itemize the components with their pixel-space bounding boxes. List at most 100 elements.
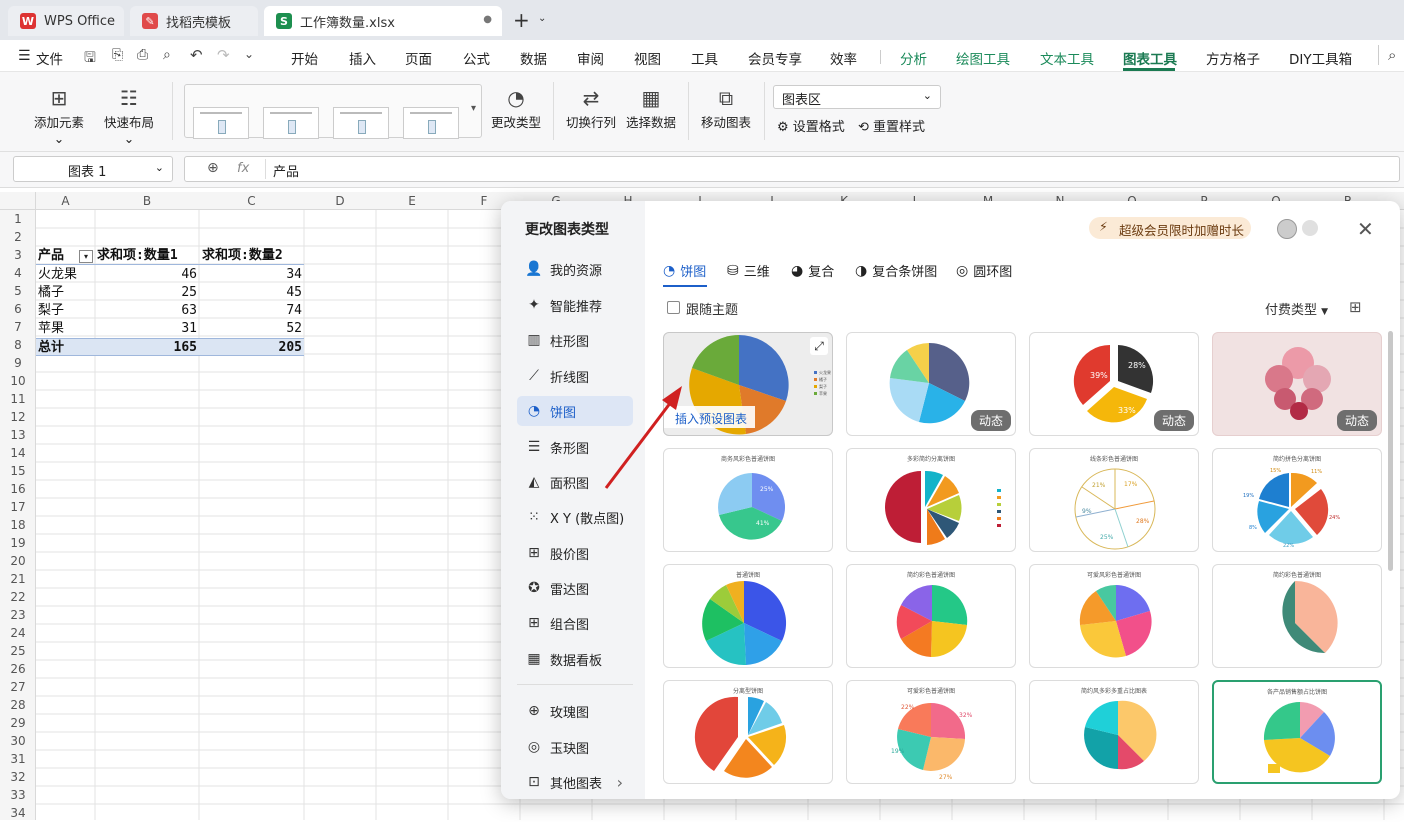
pivot-total-qty1[interactable]: 165 — [140, 339, 197, 357]
reset-style-button[interactable]: ⟲ 重置样式 — [858, 116, 925, 135]
chevron-down-icon[interactable]: ⌄ — [538, 13, 546, 24]
select-data-button[interactable]: ▦ 选择数据 — [623, 84, 679, 131]
pivot-cell[interactable]: 74 — [255, 302, 302, 320]
menu-fangfang[interactable]: 方方格子 — [1206, 48, 1260, 68]
menu-analysis[interactable]: 分析 — [900, 48, 927, 68]
redo-icon[interactable]: ↷ — [217, 46, 230, 64]
switch-rowcol-button[interactable]: ⇄ 切换行列 — [563, 84, 619, 131]
row-header[interactable]: 12 — [0, 408, 36, 426]
col-header-a[interactable]: A — [36, 194, 95, 208]
col-header-d[interactable]: D — [304, 194, 376, 208]
export-icon[interactable]: ⎘ — [112, 47, 123, 63]
chart-card-multi-ratio[interactable]: 简约风多彩多重占比图表 — [1029, 680, 1199, 784]
pivot-header-qty2[interactable]: 求和项:数量2 — [202, 247, 283, 265]
col-header-e[interactable]: E — [376, 194, 448, 208]
chart-card-simple-colorful-pie[interactable]: 简约彩色普通饼图 — [846, 564, 1016, 668]
row-header[interactable]: 25 — [0, 642, 36, 660]
save-icon[interactable]: 🖫 — [84, 47, 96, 71]
gallery-expand-icon[interactable]: ▾ — [471, 103, 476, 114]
pivot-cell[interactable]: 46 — [150, 266, 197, 284]
row-header[interactable]: 31 — [0, 750, 36, 768]
row-header[interactable]: 13 — [0, 426, 36, 444]
style-thumb[interactable] — [263, 107, 319, 139]
pivot-cell[interactable]: 苹果 — [38, 320, 64, 338]
chart-area-select[interactable]: 图表区 ⌄ — [773, 85, 941, 109]
zoom-icon[interactable]: ⊕ — [207, 160, 219, 176]
row-header[interactable]: 2 — [0, 228, 36, 246]
nav-item-13[interactable]: ◎ 玉玦图 — [517, 732, 633, 762]
row-header[interactable]: 32 — [0, 768, 36, 786]
row-header[interactable]: 10 — [0, 372, 36, 390]
row-header[interactable]: 11 — [0, 390, 36, 408]
name-box[interactable]: 图表 1 ⌄ — [13, 156, 173, 182]
more-icon[interactable]: ⌄ — [244, 47, 254, 61]
pivot-cell[interactable]: 橘子 — [38, 284, 64, 302]
menu-diy-toolbox[interactable]: DIY工具箱 — [1289, 48, 1352, 68]
print-preview-icon[interactable]: ⌕ — [163, 47, 171, 63]
hamburger-icon[interactable]: ☰ — [18, 48, 31, 64]
menu-chart-tools[interactable]: 图表工具 — [1123, 48, 1177, 68]
nav-item-8[interactable]: ⊞ 股价图 — [517, 538, 633, 568]
row-header[interactable]: 9 — [0, 354, 36, 372]
col-header-c[interactable]: C — [199, 194, 304, 208]
unsaved-dot-icon[interactable]: ● — [483, 14, 492, 25]
change-type-button[interactable]: ◔ 更改类型 — [488, 84, 544, 131]
row-header[interactable]: 19 — [0, 534, 36, 552]
menu-view[interactable]: 视图 — [634, 48, 661, 68]
menu-drawing-tools[interactable]: 绘图工具 — [956, 48, 1010, 68]
chart-card-split-pie[interactable]: 分离型饼图 — [663, 680, 833, 784]
grid-view-icon[interactable]: ⊞ — [1349, 298, 1362, 316]
nav-item-10[interactable]: ⊞ 组合图 — [517, 608, 633, 638]
chart-card-simple-colorful-pie-2[interactable]: 简约彩色普通饼图 — [1212, 564, 1382, 668]
menu-file[interactable]: 文件 — [36, 48, 63, 68]
pivot-total-qty2[interactable]: 205 — [245, 339, 302, 357]
new-tab-icon[interactable]: + — [513, 8, 530, 32]
row-header[interactable]: 1 — [0, 210, 36, 228]
row-header[interactable]: 28 — [0, 696, 36, 714]
row-header[interactable]: 4 — [0, 264, 36, 282]
row-header[interactable]: 15 — [0, 462, 36, 480]
search-icon[interactable]: ⌕ — [1388, 46, 1396, 64]
filter-dropdown-icon[interactable]: ▾ — [79, 250, 93, 263]
tab-docer-template[interactable]: ✎ 找稻壳模板 — [130, 6, 258, 36]
pivot-cell[interactable]: 梨子 — [38, 302, 64, 320]
chart-card-colorful-split-pie[interactable]: 多彩简约分离饼图 — [846, 448, 1016, 552]
follow-theme-checkbox[interactable] — [667, 301, 680, 314]
col-header-b[interactable]: B — [95, 194, 199, 208]
tab-pie[interactable]: ◔ 饼图 — [663, 261, 706, 281]
nav-item-11[interactable]: ▦ 数据看板 — [517, 644, 633, 674]
row-header[interactable]: 27 — [0, 678, 36, 696]
menu-insert[interactable]: 插入 — [349, 48, 376, 68]
move-chart-button[interactable]: ⧉ 移动图表 — [698, 84, 754, 131]
style-thumb[interactable] — [333, 107, 389, 139]
row-header[interactable]: 20 — [0, 552, 36, 570]
row-header[interactable]: 6 — [0, 300, 36, 318]
menu-member[interactable]: 会员专享 — [748, 48, 802, 68]
tab-3d[interactable]: ⛁ 三维 — [727, 261, 770, 281]
menu-page[interactable]: 页面 — [405, 48, 432, 68]
fx-icon[interactable]: fx — [237, 161, 249, 176]
pivot-cell[interactable]: 火龙果 — [38, 266, 77, 284]
row-header[interactable]: 23 — [0, 606, 36, 624]
vip-promo-badge[interactable]: ⚡ 超级会员限时加赠时长 — [1089, 217, 1251, 239]
row-header[interactable]: 21 — [0, 570, 36, 588]
pivot-cell[interactable]: 31 — [150, 320, 197, 338]
pivot-cell[interactable]: 34 — [255, 266, 302, 284]
pivot-cell[interactable]: 45 — [255, 284, 302, 302]
row-header[interactable]: 18 — [0, 516, 36, 534]
nav-item-12[interactable]: ⊕ 玫瑰图 — [517, 696, 633, 726]
nav-item-0[interactable]: 👤 我的资源 — [517, 254, 633, 284]
row-header[interactable]: 33 — [0, 786, 36, 804]
tab-compound[interactable]: ◕ 复合 — [791, 261, 834, 281]
add-element-button[interactable]: ⊞ 添加元素 ⌄ — [28, 84, 90, 146]
nav-item-9[interactable]: ✪ 雷达图 — [517, 573, 633, 603]
chart-card-simple-split-pie[interactable]: 简约拼色分离饼图 15% 11% 24% 22% 8% 19% — [1212, 448, 1382, 552]
tab-workbook[interactable]: S 工作簿数量.xlsx ● — [264, 6, 502, 36]
row-header[interactable]: 3 — [0, 246, 36, 264]
chart-card-line-pie[interactable]: 线条彩色普通饼图 17% 28% 25% 9% 21% — [1029, 448, 1199, 552]
tab-wps-office[interactable]: W WPS Office — [8, 6, 124, 36]
nav-item-7[interactable]: ⁙ X Y (散点图) — [517, 502, 633, 532]
tab-doughnut[interactable]: ◎ 圆环图 — [956, 261, 1012, 281]
close-icon[interactable]: ✕ — [1357, 217, 1374, 241]
menu-data[interactable]: 数据 — [520, 48, 547, 68]
